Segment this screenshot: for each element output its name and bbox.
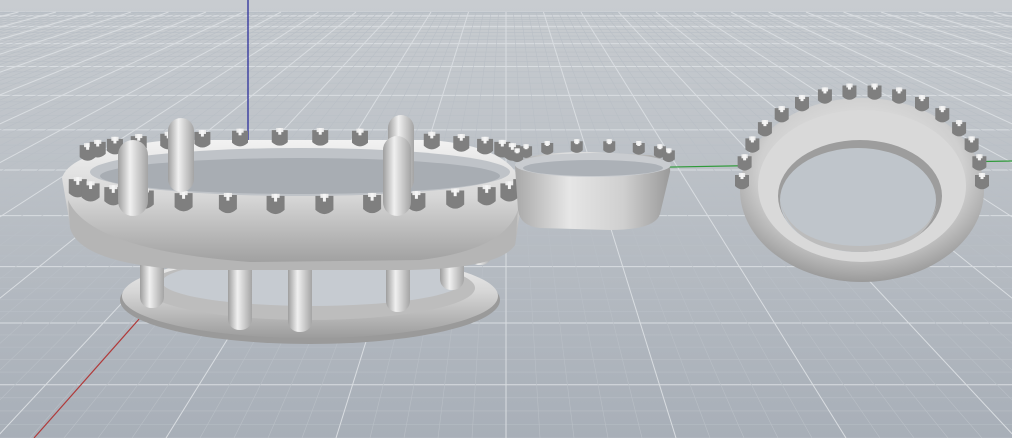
cup-notch [632,141,645,155]
setting-notch [351,128,368,147]
halo-notch [735,173,749,190]
setting-notch [232,128,249,147]
halo-notch [745,136,760,153]
halo-notch [935,106,950,123]
setting-notch [266,193,285,215]
3d-perspective-viewport[interactable] [0,0,1012,438]
setting-notch [446,188,465,209]
prong-left-front [118,140,148,216]
prong-left-back [168,118,194,192]
oval-crown-setting-gallery[interactable] [62,115,532,344]
halo-notch [972,154,987,171]
cup-notch [603,139,616,153]
cup-notch [570,139,583,153]
cup-notch [662,148,675,163]
setting-notch [453,134,470,152]
halo-notch [964,136,979,153]
cup-notch [541,141,554,155]
setting-notch [218,192,237,214]
setting-notch [271,128,288,146]
setting-notch [89,139,106,158]
halo-notch [795,95,809,112]
setting-notch [174,191,193,212]
setting-notch [312,128,329,146]
halo-notch [892,87,907,104]
setting-notch [81,181,100,202]
halo-notch [975,173,989,190]
setting-notch [423,131,440,150]
setting-notch [194,129,211,148]
setting-notch [315,193,334,215]
setting-notch [363,192,382,214]
prong-right-front [383,136,411,216]
halo-notch [842,83,857,100]
halo-notch [774,106,789,123]
halo-notch [817,87,832,104]
halo-notch [915,95,929,112]
halo-notch [737,154,752,171]
setting-notch [477,136,494,155]
setting-notch [477,185,496,206]
halo-notch [952,120,967,137]
halo-notch [867,83,882,100]
cup-notch [520,144,533,158]
halo-notch [757,120,772,137]
